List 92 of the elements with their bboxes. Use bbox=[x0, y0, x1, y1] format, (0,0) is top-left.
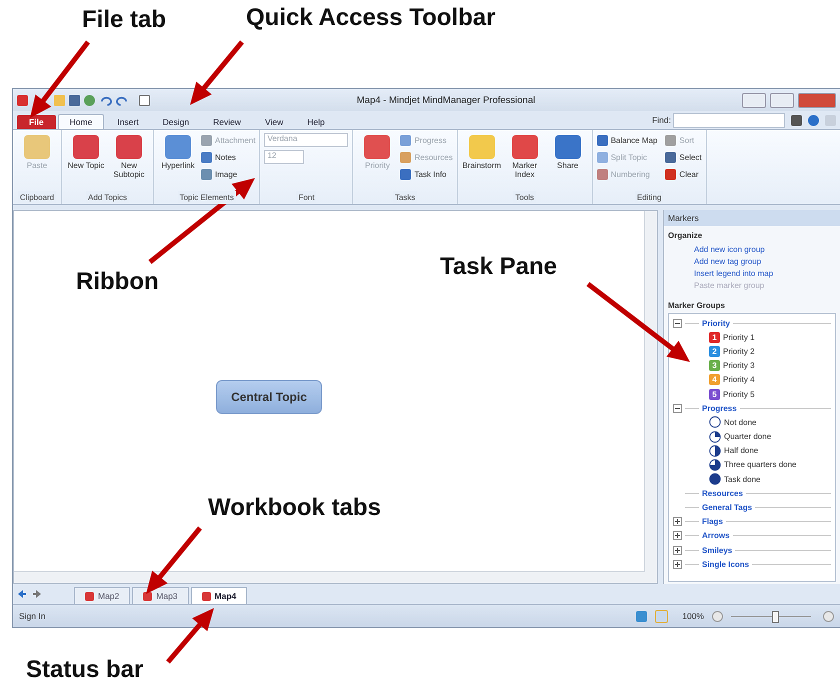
group-name[interactable]: General Tags bbox=[702, 503, 752, 512]
zoom-slider[interactable] bbox=[772, 610, 779, 622]
zoom-in-icon[interactable] bbox=[823, 610, 834, 622]
group-name[interactable]: Progress bbox=[702, 404, 737, 413]
priority-badge: 3 bbox=[709, 360, 720, 372]
window-title: Map4 - Mindjet MindManager Professional bbox=[356, 94, 536, 106]
callout-label: Task Pane bbox=[440, 253, 557, 281]
pane-link[interactable]: Insert legend into map bbox=[694, 269, 840, 278]
ribbon-tab[interactable]: Design bbox=[152, 115, 200, 129]
ribbon-button[interactable]: Task Info bbox=[400, 167, 453, 181]
group-name[interactable]: Flags bbox=[702, 517, 723, 526]
ribbon-button[interactable]: Hyperlink bbox=[158, 133, 198, 191]
workbook-tab[interactable]: Map2 bbox=[74, 587, 130, 604]
priority-badge: 5 bbox=[709, 388, 720, 400]
progress-icon bbox=[709, 473, 721, 486]
callout-arrow bbox=[146, 526, 202, 594]
group-name[interactable]: Priority bbox=[702, 318, 730, 328]
group-name[interactable]: Single Icons bbox=[702, 560, 750, 569]
marker-name[interactable]: Priority 3 bbox=[723, 361, 755, 370]
expander-icon[interactable] bbox=[673, 318, 682, 328]
marker-name[interactable]: Priority 4 bbox=[723, 375, 755, 384]
maximize-button[interactable] bbox=[770, 92, 794, 108]
ribbon-tab[interactable]: Insert bbox=[106, 115, 150, 129]
scrollbar[interactable] bbox=[14, 571, 645, 583]
callout-label: Workbook tabs bbox=[208, 494, 381, 522]
priority-badge: 1 bbox=[709, 332, 720, 343]
back-icon[interactable] bbox=[17, 589, 27, 599]
group-label: Clipboard bbox=[18, 191, 56, 204]
forward-icon[interactable] bbox=[32, 589, 42, 599]
app-icon[interactable] bbox=[17, 94, 28, 106]
progress-icon bbox=[709, 458, 721, 471]
callout-arrow bbox=[190, 40, 244, 105]
callout-label: Quick Access Toolbar bbox=[246, 4, 496, 32]
marker-name[interactable]: Not done bbox=[724, 418, 756, 427]
callout-label: File tab bbox=[82, 6, 166, 34]
scrollbar[interactable] bbox=[644, 211, 657, 583]
ribbon-tab[interactable]: Review bbox=[202, 115, 252, 129]
ribbon-tab[interactable]: Help bbox=[296, 115, 336, 129]
marker-name[interactable]: Quarter done bbox=[724, 432, 772, 442]
group-name[interactable]: Resources bbox=[702, 488, 743, 498]
callout-arrow bbox=[166, 608, 214, 664]
group-label: Editing bbox=[634, 191, 664, 204]
ribbon-tab[interactable]: Home bbox=[58, 114, 104, 129]
minimize-button[interactable] bbox=[742, 92, 766, 108]
ribbon-button[interactable]: Clear bbox=[665, 167, 702, 181]
ribbon-button[interactable]: Brainstorm bbox=[462, 133, 502, 191]
group-name[interactable]: Smileys bbox=[702, 546, 732, 555]
ribbon-button[interactable]: Select bbox=[665, 150, 702, 164]
marker-name[interactable]: Half done bbox=[724, 446, 758, 456]
ribbon-button[interactable]: Share bbox=[548, 133, 588, 191]
find-label: Find: bbox=[652, 115, 671, 125]
priority-badge: 2 bbox=[709, 346, 720, 357]
pane-link[interactable]: Add new icon group bbox=[694, 245, 840, 254]
expander-icon[interactable] bbox=[673, 517, 682, 526]
file-tab[interactable]: File bbox=[17, 115, 56, 129]
group-label: Add Topics bbox=[86, 191, 129, 204]
ribbon-button[interactable]: New Subtopic bbox=[109, 133, 149, 191]
progress-icon bbox=[709, 416, 721, 428]
central-topic[interactable]: Central Topic bbox=[216, 380, 322, 414]
expander-icon[interactable] bbox=[673, 531, 682, 540]
callout-label: Ribbon bbox=[76, 268, 159, 296]
find-field[interactable] bbox=[673, 112, 785, 128]
group-name[interactable]: Arrows bbox=[702, 531, 730, 540]
marker-name[interactable]: Priority 2 bbox=[723, 346, 755, 356]
section-heading: Organize bbox=[667, 230, 704, 242]
progress-icon bbox=[709, 430, 721, 443]
ribbon-tab[interactable]: View bbox=[254, 115, 294, 129]
priority-badge: 4 bbox=[709, 374, 720, 386]
close-button[interactable] bbox=[798, 92, 836, 108]
group-label: Topic Elements bbox=[178, 191, 236, 204]
ribbon-button[interactable]: Balance Map bbox=[596, 133, 658, 147]
ribbon-button[interactable]: Notes bbox=[201, 150, 256, 164]
sign-in-button[interactable]: Sign In bbox=[19, 611, 46, 621]
marker-name[interactable]: Task done bbox=[724, 474, 760, 484]
marker-name[interactable]: Priority 5 bbox=[723, 390, 755, 399]
zoom-level: 100% bbox=[682, 611, 704, 621]
expander-icon[interactable] bbox=[673, 404, 682, 413]
ribbon-button[interactable]: Image bbox=[201, 167, 256, 181]
progress-icon bbox=[709, 444, 721, 457]
zoom-out-icon[interactable] bbox=[712, 610, 723, 622]
section-heading: Marker Groups bbox=[667, 300, 726, 312]
marker-name[interactable]: Three quarters done bbox=[724, 460, 796, 470]
workbook-tab[interactable]: Map4 bbox=[190, 587, 248, 604]
pane-title: Markers bbox=[664, 210, 840, 226]
ribbon-button[interactable]: Marker Index bbox=[504, 133, 545, 191]
workbook-tab[interactable]: Map3 bbox=[132, 587, 189, 604]
expander-icon[interactable] bbox=[673, 560, 682, 569]
expander-icon[interactable] bbox=[673, 546, 682, 555]
ribbon-button[interactable]: New Topic bbox=[66, 133, 106, 191]
pane-link[interactable]: Add new tag group bbox=[694, 257, 840, 266]
callout-label: Status bar bbox=[26, 656, 144, 684]
marker-name[interactable]: Priority 1 bbox=[723, 332, 755, 342]
